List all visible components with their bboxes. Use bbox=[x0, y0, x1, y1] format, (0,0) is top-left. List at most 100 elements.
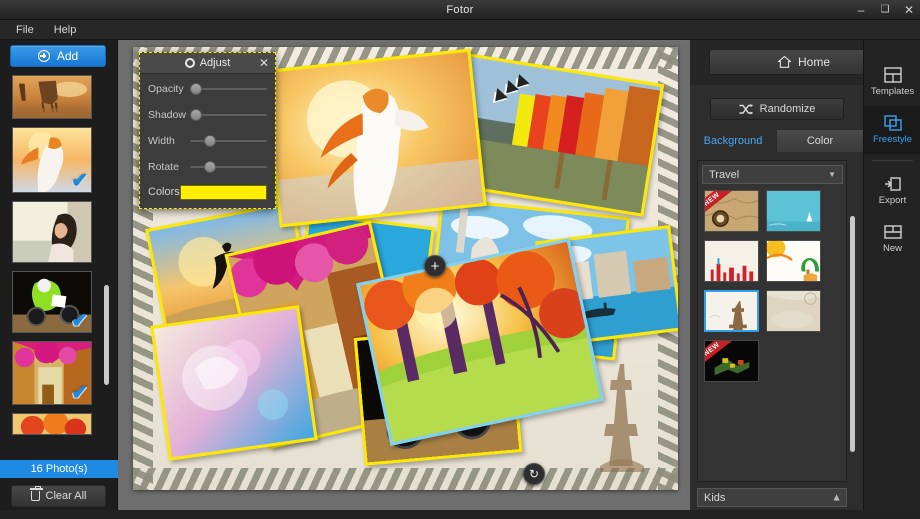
shadow-slider[interactable] bbox=[190, 108, 267, 122]
background-thumb-dark-neon-city[interactable]: NEW bbox=[704, 340, 759, 382]
collage-photo-lens-flare-abstract[interactable] bbox=[150, 305, 318, 461]
add-photos-button[interactable]: Add bbox=[10, 45, 106, 67]
adjust-panel[interactable]: Adjust ✕ Opacity Shadow Width Rotate Col… bbox=[139, 52, 276, 209]
photo-list-scrollbar[interactable] bbox=[104, 285, 109, 385]
templates-icon bbox=[883, 67, 902, 83]
rail-divider bbox=[871, 160, 913, 161]
slider-row-opacity[interactable]: Opacity bbox=[140, 77, 275, 100]
new-icon bbox=[883, 225, 902, 239]
photo-horses-on-beach bbox=[13, 76, 91, 118]
color-swatch[interactable] bbox=[179, 184, 267, 200]
list-item[interactable]: ✔ bbox=[12, 271, 92, 333]
home-icon bbox=[777, 56, 791, 68]
width-slider[interactable] bbox=[190, 134, 267, 148]
collage-canvas[interactable]: + ↻ Adjust ✕ Opacity Shadow Width Rotate… bbox=[133, 47, 678, 490]
bg-city-skyline-light bbox=[705, 241, 758, 281]
gear-icon bbox=[184, 58, 195, 68]
eiffel-tower-watermark bbox=[600, 364, 644, 472]
slider-row-width[interactable]: Width bbox=[140, 129, 275, 152]
maximize-icon[interactable]: ❑ bbox=[878, 3, 892, 17]
list-item[interactable]: ✔ bbox=[12, 341, 92, 405]
bg-beige-postmark bbox=[767, 291, 820, 331]
close-icon[interactable]: ✕ bbox=[259, 56, 269, 71]
trash-icon bbox=[29, 486, 43, 501]
list-item[interactable]: ✔ bbox=[12, 127, 92, 193]
slider-knob[interactable] bbox=[203, 134, 216, 147]
right-panel-body: Randomize Background Color Travel ▼ NEW … bbox=[690, 85, 863, 519]
background-thumb-city-skyline-light[interactable] bbox=[704, 240, 759, 282]
randomize-button[interactable]: Randomize bbox=[710, 98, 844, 120]
rail-label-export: Export bbox=[878, 195, 907, 206]
window-controls: – ❑ ✕ bbox=[854, 0, 916, 20]
opacity-label: Opacity bbox=[148, 82, 184, 95]
title-bar: Fotor – ❑ ✕ bbox=[0, 0, 920, 20]
list-item[interactable] bbox=[12, 413, 92, 435]
slider-knob[interactable] bbox=[190, 108, 202, 121]
menu-bar: File Help bbox=[0, 20, 920, 40]
colors-label: Colors bbox=[148, 186, 180, 198]
background-thumb-beige-postmark[interactable] bbox=[766, 290, 821, 332]
shuffle-icon bbox=[739, 103, 753, 114]
photo-thumbnail-list[interactable]: ✔ ✔ ✔ bbox=[0, 73, 118, 476]
photo-used-check-icon: ✔ bbox=[71, 382, 88, 404]
opacity-slider[interactable] bbox=[190, 82, 267, 96]
plus-circle-icon bbox=[37, 50, 50, 62]
menu-item-file[interactable]: File bbox=[8, 22, 42, 38]
minimize-icon[interactable]: – bbox=[854, 3, 868, 17]
bg-sunny-palm-tree bbox=[767, 241, 820, 281]
slider-knob[interactable] bbox=[190, 82, 202, 95]
rail-label-freestyle: Freestyle bbox=[872, 134, 913, 145]
background-chooser: Travel ▼ NEW NEW bbox=[697, 160, 855, 482]
chevron-down-icon: ▼ bbox=[828, 170, 836, 179]
background-thumb-vintage-map-compass[interactable]: NEW bbox=[704, 190, 759, 232]
slider-knob[interactable] bbox=[203, 160, 216, 173]
photo-library-panel: Add ✔ ✔ ✔ 16 Photo(s) Clear All bbox=[0, 40, 118, 519]
list-item[interactable] bbox=[12, 75, 92, 119]
tab-background[interactable]: Background bbox=[690, 130, 776, 152]
fotor-application-window: Fotor – ❑ ✕ File Help Add ✔ ✔ ✔ 16 Photo… bbox=[0, 0, 920, 519]
randomize-button-label: Randomize bbox=[759, 103, 816, 115]
colors-row[interactable]: Colors bbox=[140, 182, 275, 202]
slider-track bbox=[190, 165, 267, 168]
rotate-slider[interactable] bbox=[190, 160, 267, 174]
rail-label-templates: Templates bbox=[870, 86, 915, 97]
add-photo-handle[interactable]: + bbox=[424, 255, 446, 277]
status-bar bbox=[0, 510, 920, 519]
export-icon bbox=[884, 177, 901, 191]
rotate-handle[interactable]: ↻ bbox=[523, 463, 545, 485]
panel-tabs: Background Color bbox=[690, 130, 863, 152]
background-thumb-eiffel-tower-paper[interactable] bbox=[704, 290, 759, 332]
background-thumb-sunny-palm-tree[interactable] bbox=[766, 240, 821, 282]
rail-item-freestyle[interactable]: Freestyle bbox=[864, 106, 920, 154]
slider-track bbox=[190, 139, 267, 142]
close-icon[interactable]: ✕ bbox=[902, 3, 916, 17]
rail-item-new[interactable]: New bbox=[864, 215, 920, 263]
rail-item-templates[interactable]: Templates bbox=[864, 58, 920, 106]
adjust-panel-header: Adjust ✕ bbox=[140, 53, 275, 74]
mode-rail: Templates Freestyle Export New bbox=[863, 40, 920, 519]
photo-count-label: 16 Photo(s) bbox=[0, 460, 118, 478]
rail-item-export[interactable]: Export bbox=[864, 167, 920, 215]
photo-lens-flare-abstract bbox=[153, 308, 315, 458]
photo-woman-by-window bbox=[13, 202, 91, 262]
slider-row-rotate[interactable]: Rotate bbox=[140, 155, 275, 178]
slider-row-shadow[interactable]: Shadow bbox=[140, 103, 275, 126]
canvas-workspace[interactable]: + ↻ Adjust ✕ Opacity Shadow Width Rotate… bbox=[118, 40, 690, 519]
background-thumb-teal-sea-sailboat[interactable] bbox=[766, 190, 821, 232]
bg-teal-sea-sailboat bbox=[767, 191, 820, 231]
width-label: Width bbox=[148, 134, 175, 147]
photo-used-check-icon: ✔ bbox=[71, 170, 88, 192]
menu-item-help[interactable]: Help bbox=[46, 22, 85, 38]
add-button-label: Add bbox=[56, 49, 79, 63]
background-grid-scrollbar[interactable] bbox=[850, 216, 855, 452]
clear-all-button[interactable]: Clear All bbox=[11, 485, 106, 507]
background-thumbnail-grid[interactable]: NEW NEW bbox=[704, 190, 855, 452]
home-button-label: Home bbox=[797, 55, 830, 69]
tab-color[interactable]: Color bbox=[776, 130, 863, 152]
rail-label-new: New bbox=[882, 243, 902, 254]
list-item[interactable] bbox=[12, 201, 92, 263]
category-dropdown-kids[interactable]: Kids ◀ bbox=[697, 488, 847, 507]
category-dropdown-travel[interactable]: Travel ▼ bbox=[702, 165, 843, 184]
clear-all-label: Clear All bbox=[45, 490, 87, 502]
collage-photo-woman-sunset[interactable] bbox=[263, 48, 487, 228]
